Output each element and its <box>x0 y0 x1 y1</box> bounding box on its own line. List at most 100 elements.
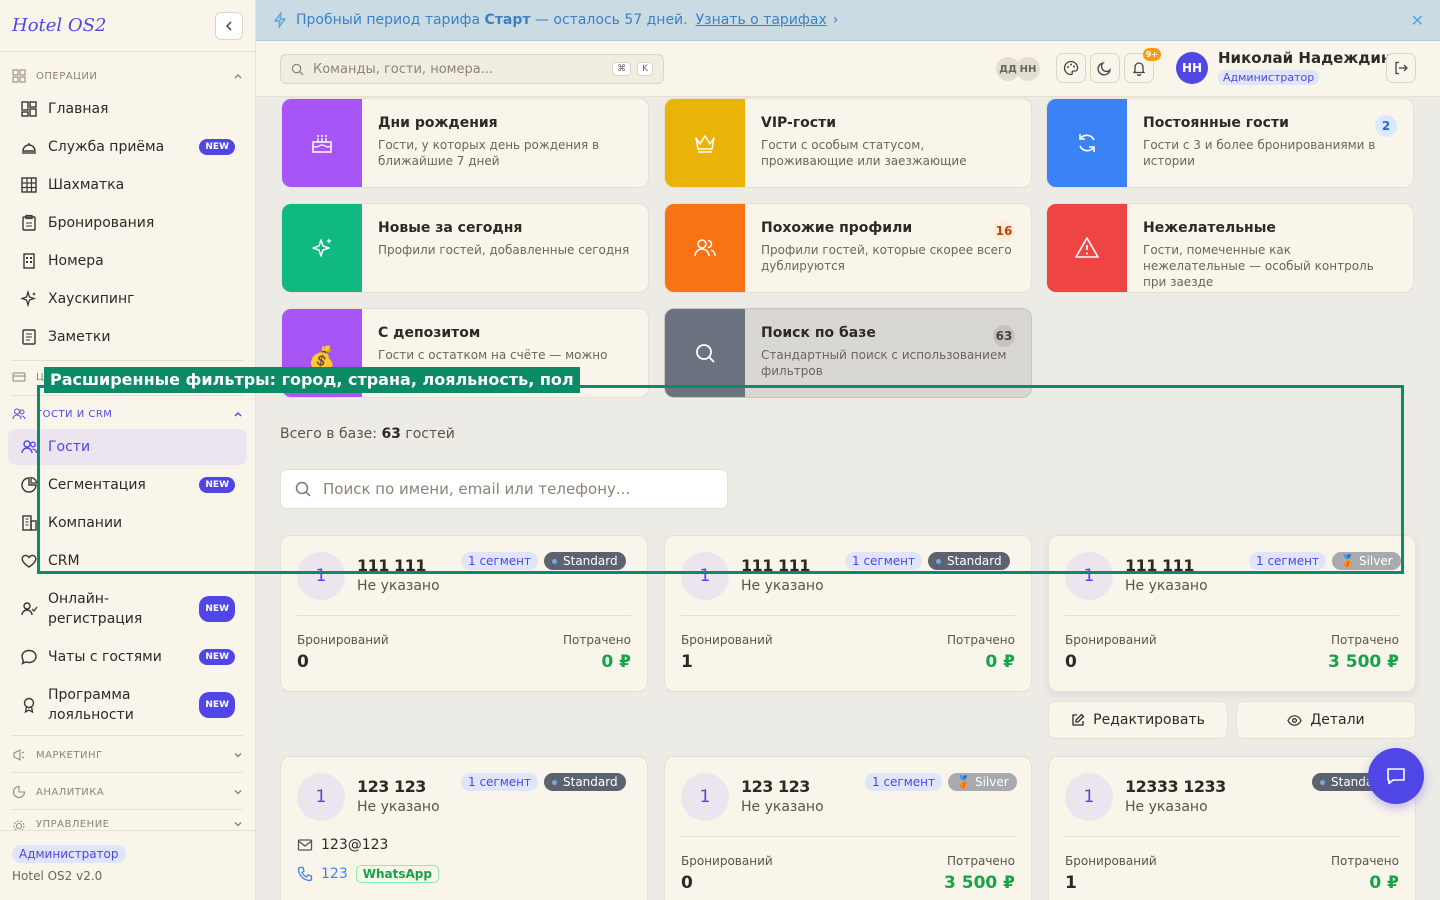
notifications-button[interactable]: 9+ <box>1124 48 1161 83</box>
bookings-value: 1 <box>1065 873 1077 893</box>
sidebar-item-bookings[interactable]: Бронирования <box>8 205 247 241</box>
sidebar-item-loyalty-program[interactable]: Программа лояльности NEW <box>8 683 247 727</box>
users-icon <box>694 239 716 257</box>
segment-title: Поиск по базе <box>761 325 876 341</box>
section-marketing[interactable]: МАРКЕТИНГ <box>12 745 243 765</box>
segment-title: Похожие профили <box>761 220 913 236</box>
segment-icon-box <box>665 309 745 397</box>
bookings-value: 0 <box>297 652 309 672</box>
sidebar-item-label: Служба приёма <box>48 139 165 155</box>
guest-name: 123 123 <box>357 777 426 796</box>
clipboard-icon <box>22 214 36 231</box>
segment-icon-box <box>1047 99 1127 187</box>
refresh-icon <box>1079 134 1095 152</box>
spent-value: 3 500 ₽ <box>1328 652 1399 672</box>
online-user-avatar[interactable]: НН <box>1016 57 1040 81</box>
dark-mode-button[interactable] <box>1090 53 1120 83</box>
spent-label: Потрачено <box>1331 633 1399 647</box>
segment-icon-box <box>282 204 362 292</box>
warning-icon <box>1075 237 1099 258</box>
sidebar-item-guest-chats[interactable]: Чаты с гостями NEW <box>8 639 247 675</box>
command-search-placeholder: Команды, гости, номера... <box>313 61 494 77</box>
sidebar-collapse-button[interactable] <box>215 11 243 40</box>
logout-button[interactable] <box>1386 53 1416 83</box>
sidebar-header: Hotel OS2 <box>0 0 255 52</box>
sparkles-icon <box>20 290 37 308</box>
divider <box>1065 615 1399 616</box>
cake-icon <box>312 135 332 153</box>
spent-label: Потрачено <box>947 633 1015 647</box>
level-dot-icon <box>1320 779 1325 785</box>
segment-icon-box <box>665 204 745 292</box>
section-label: УПРАВЛЕНИЕ <box>36 819 110 830</box>
medal-icon <box>23 697 35 714</box>
segment-card-new-today[interactable]: Новые за сегодня Профили гостей, добавлен… <box>281 203 649 293</box>
divider <box>681 836 1015 837</box>
details-label: Детали <box>1310 712 1365 728</box>
trial-remaining: — осталось 57 дней. <box>534 12 688 28</box>
segment-card-regulars[interactable]: Постоянные гости Гости с 3 и более бронир… <box>1046 98 1414 188</box>
guest-card[interactable]: 1 123 123 Не указано 1 сегмент Standard … <box>280 756 648 900</box>
edit-label: Редактировать <box>1093 712 1205 728</box>
sidebar-item-notes[interactable]: Заметки <box>8 319 247 355</box>
sidebar-footer: Администратор Hotel OS2 v2.0 <box>0 830 255 900</box>
phone-icon <box>297 866 313 882</box>
sidebar-item-front-desk[interactable]: Служба приёма NEW <box>8 129 247 165</box>
edit-guest-button[interactable]: Редактировать <box>1048 701 1228 739</box>
sidebar-item-home[interactable]: Главная <box>8 91 247 127</box>
segment-count: 2 <box>1375 115 1397 137</box>
sidebar-item-chessboard[interactable]: Шахматка <box>8 167 247 203</box>
pricing-link[interactable]: Узнать о тарифах <box>696 12 827 28</box>
guest-card[interactable]: 1 12333 1233 Не указано Standard Брониро… <box>1048 756 1416 900</box>
eye-icon <box>1287 714 1303 726</box>
segment-icon-box <box>665 99 745 187</box>
segment-card-vip[interactable]: VIP-гости Гости с особым статусом, прожив… <box>664 98 1032 188</box>
segment-title: Постоянные гости <box>1143 115 1289 131</box>
close-icon[interactable]: ✕ <box>1411 11 1424 30</box>
credit-card-icon <box>12 372 26 382</box>
divider <box>12 360 243 361</box>
app-logo[interactable]: Hotel OS2 <box>12 15 106 36</box>
segment-card-birthdays[interactable]: Дни рождения Гости, у которых день рожден… <box>281 98 649 188</box>
sidebar-item-label: Чаты с гостями <box>48 649 162 665</box>
segment-desc: Гости с особым статусом, проживающие или… <box>761 138 967 168</box>
theme-palette-button[interactable] <box>1056 53 1086 83</box>
sidebar-item-label: Программа лояльности <box>48 687 134 723</box>
segment-card-duplicates[interactable]: Похожие профили Профили гостей, которые с… <box>664 203 1032 293</box>
sidebar-item-rooms[interactable]: Номера <box>8 243 247 279</box>
spent-value: 0 ₽ <box>985 652 1015 672</box>
segment-title: Дни рождения <box>378 115 498 131</box>
sidebar-item-housekeeping[interactable]: Хаускипинг <box>8 281 247 317</box>
guest-card[interactable]: 1 123 123 Не указано 1 сегмент 🥉 Silver Б… <box>664 756 1032 900</box>
section-analytics[interactable]: АНАЛИТИКА <box>12 782 243 802</box>
sidebar-item-label: Главная <box>48 101 109 117</box>
guest-phone[interactable]: 123 WhatsApp <box>297 865 439 883</box>
trial-text: Пробный период тарифа <box>296 12 481 28</box>
chevron-up-icon <box>234 74 242 79</box>
guest-details-button[interactable]: Детали <box>1236 701 1416 739</box>
search-icon <box>291 63 304 76</box>
top-header: Команды, гости, номера... ⌘ K ДД НН 9+ Н… <box>256 41 1440 97</box>
user-avatar[interactable]: НН <box>1176 52 1208 84</box>
guest-email[interactable]: 123@123 <box>297 837 388 853</box>
segment-desc: Стандартный поиск с использованием фильт… <box>761 348 1007 378</box>
sidebar-item-label: Шахматка <box>48 177 125 193</box>
moon-icon <box>1097 61 1112 76</box>
guest-subtitle: Не указано <box>741 799 824 815</box>
section-label: АНАЛИТИКА <box>36 786 105 798</box>
loyalty-level: Standard <box>563 775 618 789</box>
spent-label: Потрачено <box>1331 854 1399 868</box>
chevron-down-icon <box>234 822 242 827</box>
medal-icon: 🥉 <box>956 775 971 789</box>
bookings-label: Бронирований <box>681 854 773 868</box>
pie-chart-icon <box>21 476 38 493</box>
section-operations[interactable]: ОПЕРАЦИИ <box>12 66 243 86</box>
sidebar-item-online-checkin[interactable]: Онлайн-регистрация NEW <box>8 587 247 631</box>
divider <box>12 772 243 773</box>
whatsapp-badge[interactable]: WhatsApp <box>355 865 439 883</box>
segment-card-undesirable[interactable]: Нежелательные Гости, помеченные как нежел… <box>1046 203 1414 293</box>
divider <box>12 735 243 736</box>
command-search-input[interactable]: Команды, гости, номера... ⌘ K <box>280 54 664 84</box>
support-chat-button[interactable] <box>1368 748 1424 804</box>
segment-count-badge: 1 сегмент <box>865 773 943 791</box>
